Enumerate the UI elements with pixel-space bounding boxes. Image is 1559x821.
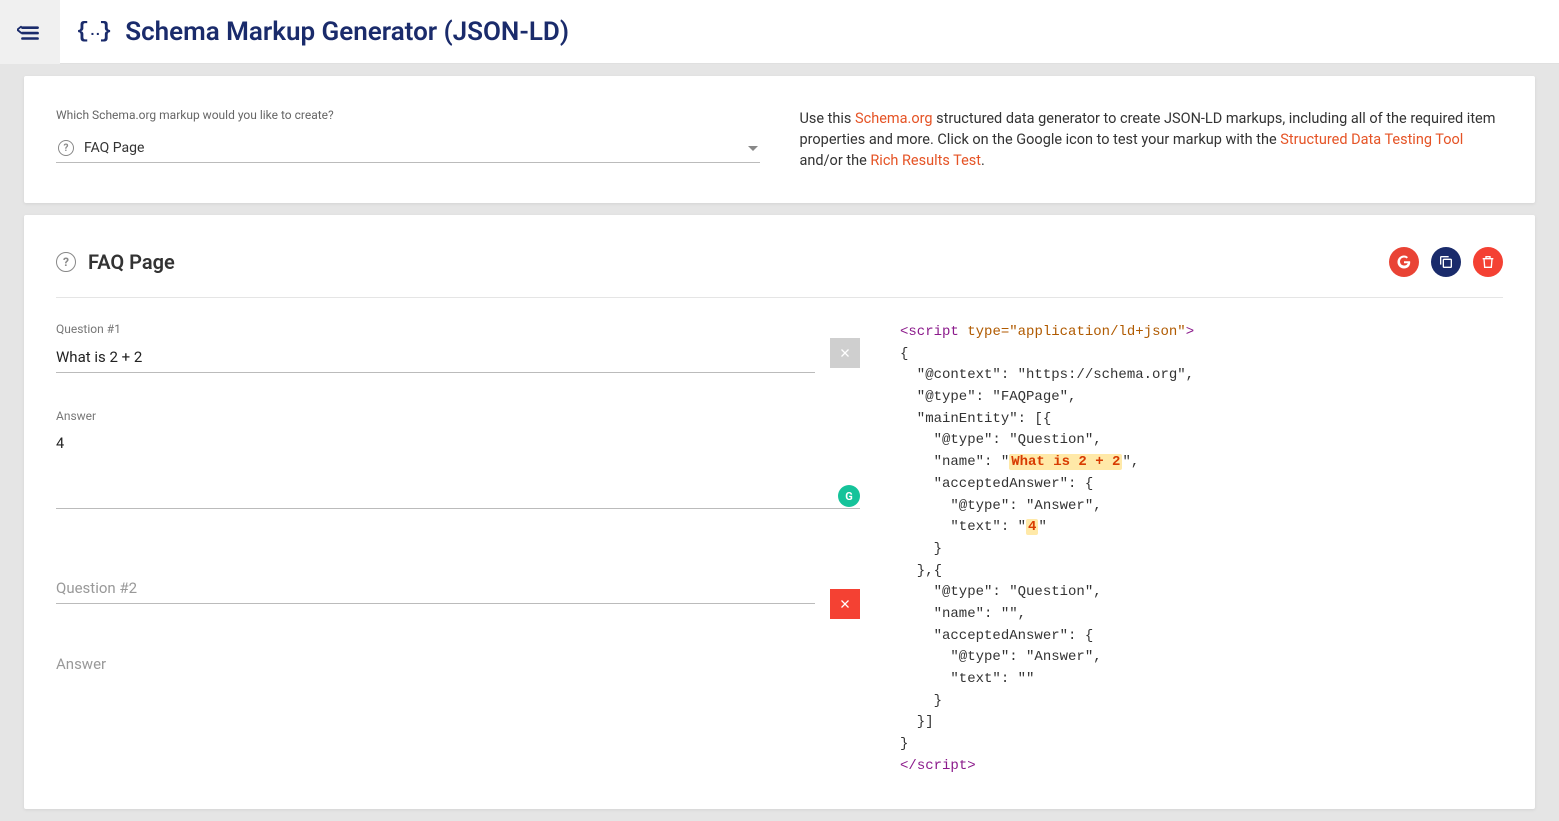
code-text: "@type": "Question", xyxy=(900,584,1102,600)
code-text: "@type": "Question", xyxy=(900,432,1102,448)
code-text: }] xyxy=(900,714,934,730)
faq-editor-card: ? FAQ Page Question #1 xyxy=(24,215,1535,809)
selector-description: Use this Schema.org structured data gene… xyxy=(800,108,1504,171)
answer-label-2: Answer xyxy=(56,655,860,673)
editor-body: Question #1 Answer 4 G xyxy=(56,322,1503,777)
question-label: Question #1 xyxy=(56,322,815,336)
actions xyxy=(1389,247,1503,277)
code-text: "name": "", xyxy=(900,606,1026,622)
trash-icon xyxy=(1480,254,1496,270)
chevron-down-icon xyxy=(748,146,758,151)
selector-card: Which Schema.org markup would you like t… xyxy=(24,76,1535,203)
google-icon xyxy=(1396,254,1412,270)
form-column: Question #1 Answer 4 G xyxy=(56,322,860,777)
schema-select-label: Which Schema.org markup would you like t… xyxy=(56,108,760,122)
page-title-wrap: {..} Schema Markup Generator (JSON-LD) xyxy=(60,17,569,47)
desc-text-1: Use this xyxy=(800,110,856,127)
help-icon: ? xyxy=(58,140,74,156)
menu-toggle-button[interactable] xyxy=(0,0,60,64)
code-highlight-question: What is 2 + 2 xyxy=(1009,454,1122,470)
code-text: "acceptedAnswer": { xyxy=(900,476,1093,492)
question-block-2 xyxy=(56,573,860,619)
code-text: } xyxy=(900,541,942,557)
answer-input-1[interactable]: 4 xyxy=(56,429,860,509)
selector-left: Which Schema.org markup would you like t… xyxy=(56,108,760,171)
code-text: } xyxy=(900,693,942,709)
copy-code-button[interactable] xyxy=(1431,247,1461,277)
code-text: "@type": "Answer", xyxy=(900,649,1102,665)
question-input-2[interactable] xyxy=(56,573,815,604)
code-output: <script type="application/ld+json"> { "@… xyxy=(900,322,1503,777)
schema-select[interactable]: ? FAQ Page xyxy=(56,134,760,163)
code-highlight-answer: 4 xyxy=(1026,519,1038,535)
remove-question-button-1[interactable] xyxy=(830,338,860,368)
code-text: ", xyxy=(1122,454,1139,470)
desc-text-3: and/or the xyxy=(800,152,871,169)
close-icon xyxy=(839,347,851,359)
test-google-button[interactable] xyxy=(1389,247,1419,277)
link-structured-data-testing-tool[interactable]: Structured Data Testing Tool xyxy=(1280,131,1463,148)
remove-question-button-2[interactable] xyxy=(830,589,860,619)
code-text: "@type": "FAQPage", xyxy=(900,389,1076,405)
code-text: { xyxy=(900,346,908,362)
menu-collapse-icon xyxy=(17,19,43,45)
grammarly-icon[interactable]: G xyxy=(838,485,860,507)
copy-icon xyxy=(1438,254,1454,270)
topbar: {..} Schema Markup Generator (JSON-LD) xyxy=(0,0,1559,64)
close-icon xyxy=(839,598,851,610)
code-text: },{ xyxy=(900,563,942,579)
link-rich-results-test[interactable]: Rich Results Test xyxy=(870,152,981,169)
answer-block-2: Answer xyxy=(56,655,860,673)
desc-text-4: . xyxy=(981,152,985,169)
code-text: "mainEntity": [{ xyxy=(900,411,1051,427)
code-text: "@type": "Answer", xyxy=(900,498,1102,514)
answer-label: Answer xyxy=(56,409,860,423)
help-icon: ? xyxy=(56,252,76,272)
page-title: Schema Markup Generator (JSON-LD) xyxy=(125,17,569,47)
code-text: " xyxy=(1038,519,1046,535)
code-text: "application/ld+json" xyxy=(1009,324,1185,340)
answer-block-1: Answer 4 G xyxy=(56,409,860,513)
section-header: ? FAQ Page xyxy=(56,247,1503,298)
question-block-1: Question #1 xyxy=(56,322,860,373)
code-text: "text": "" xyxy=(900,671,1034,687)
json-ld-logo-icon: {..} xyxy=(76,19,111,44)
code-text: "acceptedAnswer": { xyxy=(900,628,1093,644)
code-text: "@context": "https://schema.org", xyxy=(900,367,1194,383)
clear-button[interactable] xyxy=(1473,247,1503,277)
link-schema-org[interactable]: Schema.org xyxy=(855,110,933,127)
code-text: script xyxy=(917,758,967,774)
code-text: script xyxy=(908,324,958,340)
question-input-1[interactable] xyxy=(56,342,815,373)
schema-select-value: FAQ Page xyxy=(84,140,738,156)
code-text: type xyxy=(967,324,1001,340)
code-text: "name": " xyxy=(900,454,1009,470)
code-text: "text": " xyxy=(900,519,1026,535)
section-title: FAQ Page xyxy=(88,250,1389,274)
code-text: } xyxy=(900,736,908,752)
